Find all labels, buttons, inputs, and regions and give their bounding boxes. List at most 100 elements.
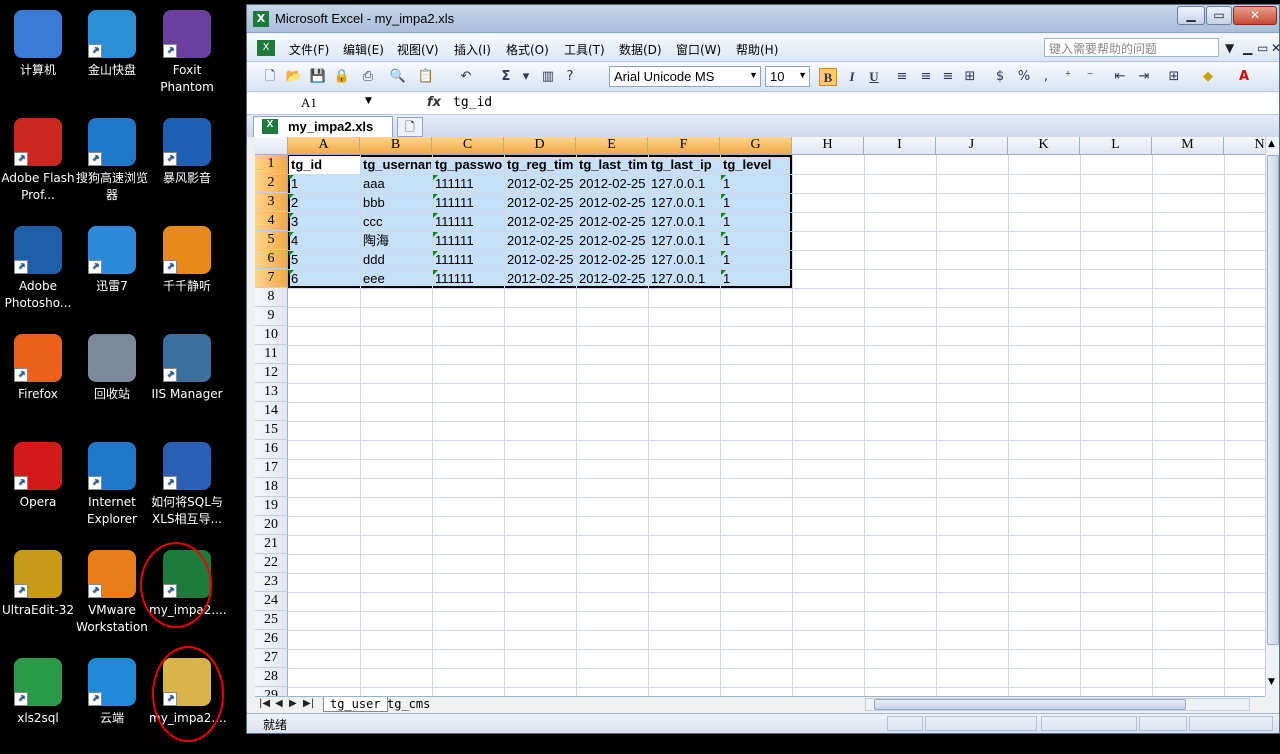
error-indicator-icon[interactable] <box>289 232 294 237</box>
doc-close-icon[interactable]: ✕ <box>1271 41 1280 55</box>
column-header[interactable]: C <box>432 137 504 155</box>
menu-item[interactable]: 文件(F) <box>289 41 329 58</box>
merge-center-icon[interactable]: ⊞ <box>961 68 979 86</box>
data-cell[interactable]: 陶海 <box>361 231 431 250</box>
row-header[interactable]: 20 <box>255 516 288 535</box>
data-cell[interactable]: 127.0.0.1 <box>649 212 719 231</box>
close-button[interactable]: ✕ <box>1233 6 1277 25</box>
desktop-icon[interactable]: ↗ IIS Manager <box>149 328 225 403</box>
menu-item[interactable]: 窗口(W) <box>676 41 721 58</box>
data-cell[interactable]: 127.0.0.1 <box>649 174 719 193</box>
document-tab[interactable]: X my_impa2.xls <box>253 116 393 137</box>
header-cell[interactable]: tg_last_tim <box>577 155 647 174</box>
desktop-icon[interactable]: ↗ UltraEdit-32 <box>0 544 76 619</box>
font-size-select[interactable]: 10 ▼ <box>765 66 810 87</box>
data-cell[interactable]: aaa <box>361 174 431 193</box>
sheet-tab-tg-cms[interactable]: tg_cms <box>381 697 436 712</box>
fill-color-icon[interactable]: ◆ <box>1199 68 1217 86</box>
name-box[interactable]: A1 <box>253 93 383 114</box>
align-center-icon[interactable]: ≡ <box>917 68 935 86</box>
data-cell[interactable]: 2012-02-25 <box>577 250 647 269</box>
row-header[interactable]: 14 <box>255 402 288 421</box>
error-indicator-icon[interactable] <box>721 213 726 218</box>
last-sheet-icon[interactable]: ▶| <box>303 698 314 709</box>
data-cell[interactable]: 127.0.0.1 <box>649 193 719 212</box>
first-sheet-icon[interactable]: |◀ <box>259 698 270 709</box>
row-header[interactable]: 4 <box>255 212 288 231</box>
desktop-icon[interactable]: ↗ xls2sql <box>0 652 76 727</box>
error-indicator-icon[interactable] <box>289 270 294 275</box>
row-header[interactable]: 17 <box>255 459 288 478</box>
next-sheet-icon[interactable]: ▶ <box>289 698 297 709</box>
error-indicator-icon[interactable] <box>433 175 438 180</box>
error-indicator-icon[interactable] <box>289 251 294 256</box>
scroll-down-icon[interactable]: ▼ <box>1268 677 1275 687</box>
data-cell[interactable]: 127.0.0.1 <box>649 250 719 269</box>
data-cell[interactable]: 1 <box>721 269 791 288</box>
error-indicator-icon[interactable] <box>721 194 726 199</box>
data-cell[interactable]: ddd <box>361 250 431 269</box>
data-cell[interactable]: 111111 <box>433 231 503 250</box>
paste-icon[interactable]: 📋 <box>417 68 435 86</box>
desktop-icon[interactable]: ↗ 云端 <box>74 652 150 727</box>
row-header[interactable]: 8 <box>255 288 288 307</box>
font-color-icon[interactable]: A <box>1235 68 1253 86</box>
row-header[interactable]: 26 <box>255 630 288 649</box>
save-icon[interactable]: 💾 <box>309 68 327 86</box>
column-header[interactable]: N <box>1224 137 1265 155</box>
data-cell[interactable]: 2 <box>289 193 359 212</box>
maximize-button[interactable]: ▭ <box>1206 6 1232 25</box>
data-cell[interactable]: 1 <box>721 231 791 250</box>
row-header[interactable]: 9 <box>255 307 288 326</box>
data-cell[interactable]: 2012-02-25 <box>505 250 575 269</box>
desktop-icon[interactable]: ↗ 如何将SQL与XLS相互导... <box>149 436 225 528</box>
row-header[interactable]: 29 <box>255 687 288 696</box>
data-cell[interactable]: 2012-02-25 <box>505 212 575 231</box>
open-icon[interactable]: 📂 <box>285 68 303 86</box>
desktop-icon[interactable]: ↗ Firefox <box>0 328 76 403</box>
data-cell[interactable]: 3 <box>289 212 359 231</box>
column-header[interactable]: L <box>1080 137 1152 155</box>
column-header[interactable]: E <box>576 137 648 155</box>
chart-wizard-icon[interactable]: ▥ <box>539 68 557 86</box>
data-cell[interactable]: 2012-02-25 <box>577 231 647 250</box>
data-cell[interactable]: 2012-02-25 <box>577 212 647 231</box>
doc-restore-icon[interactable]: ▭ <box>1257 41 1268 55</box>
autosum-button[interactable]: Σ <box>497 68 515 86</box>
desktop-icon[interactable]: ↗ 搜狗高速浏览器 <box>74 112 150 204</box>
data-cell[interactable]: 5 <box>289 250 359 269</box>
title-bar[interactable]: X Microsoft Excel - my_impa2.xls ▁ ▭ ✕ <box>247 5 1279 33</box>
data-cell[interactable]: 111111 <box>433 269 503 288</box>
function-button[interactable]: fx <box>427 95 441 110</box>
bold-button[interactable]: B <box>819 68 837 86</box>
data-cell[interactable]: 2012-02-25 <box>505 269 575 288</box>
desktop-icon[interactable]: ↗ 千千静听 <box>149 220 225 295</box>
row-header[interactable]: 5 <box>255 231 288 250</box>
data-cell[interactable]: ccc <box>361 212 431 231</box>
decrease-indent-icon[interactable]: ⇤ <box>1111 68 1129 86</box>
error-indicator-icon[interactable] <box>721 232 726 237</box>
data-cell[interactable]: 1 <box>289 174 359 193</box>
data-cell[interactable]: 111111 <box>433 193 503 212</box>
desktop-icon[interactable]: ↗ Adobe Photosho... <box>0 220 76 312</box>
column-header[interactable]: K <box>1008 137 1080 155</box>
data-cell[interactable]: 2012-02-25 <box>577 193 647 212</box>
error-indicator-icon[interactable] <box>721 251 726 256</box>
increase-indent-icon[interactable]: ⇥ <box>1135 68 1153 86</box>
data-cell[interactable]: 127.0.0.1 <box>649 269 719 288</box>
column-header[interactable]: I <box>864 137 936 155</box>
desktop-icon[interactable]: ↗ Internet Explorer <box>74 436 150 528</box>
row-header[interactable]: 25 <box>255 611 288 630</box>
data-cell[interactable]: 2012-02-25 <box>505 174 575 193</box>
menu-item[interactable]: 插入(I) <box>454 41 491 58</box>
currency-icon[interactable]: $ <box>991 68 1009 86</box>
horizontal-scrollbar[interactable] <box>865 698 1250 711</box>
menu-item[interactable]: 视图(V) <box>397 41 439 58</box>
error-indicator-icon[interactable] <box>289 194 294 199</box>
research-icon[interactable]: 🔍 <box>389 68 407 86</box>
data-cell[interactable]: 127.0.0.1 <box>649 231 719 250</box>
name-box-dropdown-icon[interactable]: ▼ <box>365 96 372 106</box>
italic-button[interactable]: I <box>843 68 861 86</box>
doc-minimize-icon[interactable]: ▁ <box>1243 41 1252 55</box>
desktop-icon[interactable]: ↗ 金山快盘 <box>74 4 150 79</box>
